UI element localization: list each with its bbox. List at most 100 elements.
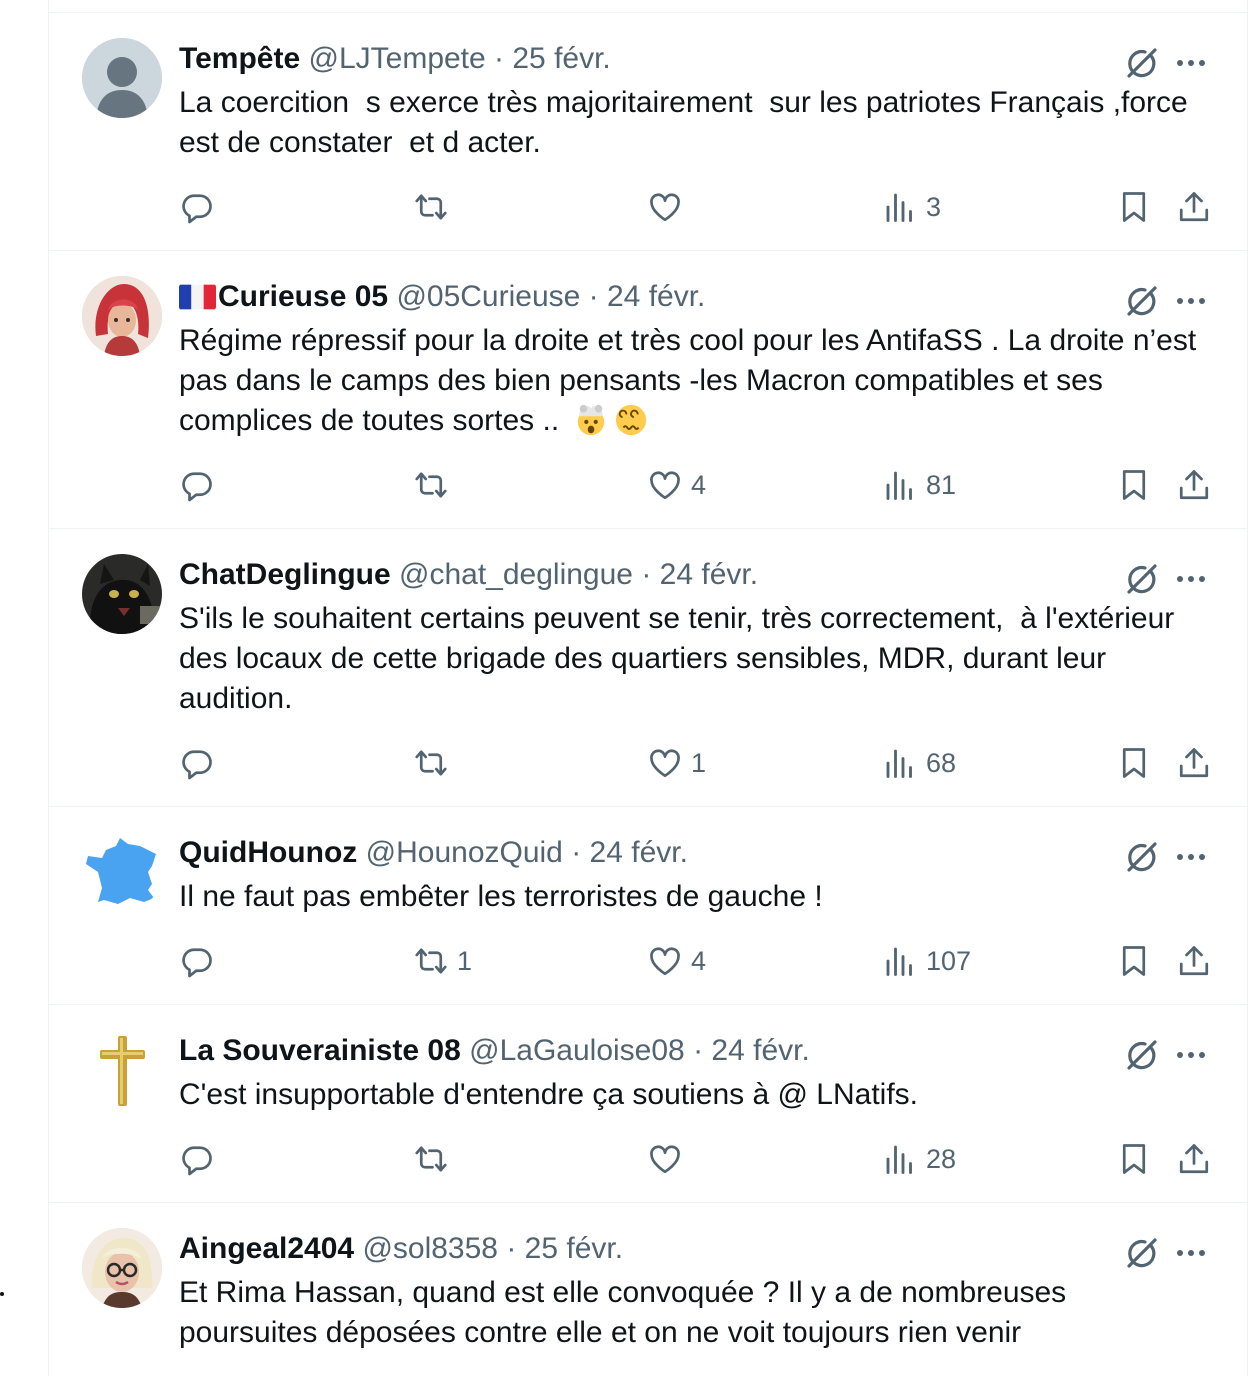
tweet-header: Curieuse 05 @05Curieuse · 24 févr. [179, 277, 1127, 317]
tweet-date[interactable]: · 24 févr. [693, 1034, 810, 1067]
like-button[interactable]: 4 [647, 465, 706, 505]
views-button[interactable]: 28 [882, 1139, 956, 1179]
bookmark-icon [1122, 470, 1146, 500]
share-icon [1179, 192, 1209, 222]
views-button[interactable]: 107 [882, 941, 971, 981]
retweet-icon [415, 750, 447, 776]
views-icon [886, 947, 912, 976]
share-button[interactable] [1176, 465, 1212, 505]
retweet-button[interactable] [413, 465, 457, 505]
user-handle[interactable]: @HounozQuid [366, 836, 563, 869]
reply-button[interactable] [179, 465, 223, 505]
retweet-button[interactable] [413, 743, 457, 783]
red-haired-woman-avatar[interactable] [82, 276, 162, 356]
tweet-text: Il ne faut pas embêter les terroristes d… [179, 880, 823, 913]
reply-icon [182, 948, 212, 978]
user-handle[interactable]: @LaGauloise08 [469, 1034, 685, 1067]
grok-icon[interactable] [1121, 559, 1161, 599]
tweet-text: C'est insupportable d'entendre ça soutie… [179, 1078, 918, 1111]
like-button[interactable] [647, 1139, 691, 1179]
retweet-button[interactable] [413, 187, 457, 227]
tweet-date[interactable]: · 25 févr. [494, 42, 611, 75]
tweet[interactable]: QuidHounoz @HounozQuid · 24 févr. Il ne … [49, 807, 1247, 1005]
reply-icon [182, 750, 212, 780]
display-name[interactable]: QuidHounoz [179, 836, 357, 869]
retweet-icon [415, 948, 447, 974]
share-button[interactable] [1176, 743, 1212, 783]
tweet-text: S'ils le souhaitent certains peuvent se … [179, 602, 1183, 715]
share-button[interactable] [1176, 1139, 1212, 1179]
like-button[interactable] [647, 187, 691, 227]
share-icon [1179, 748, 1209, 778]
retweet-button[interactable] [413, 1139, 457, 1179]
reply-icon [182, 194, 212, 224]
more-options-icon[interactable] [1171, 837, 1211, 877]
views-button[interactable]: 81 [882, 465, 956, 505]
bookmark-button[interactable] [1116, 1139, 1152, 1179]
france-map-avatar[interactable] [82, 832, 162, 912]
views-icon [886, 1145, 912, 1174]
grok-icon[interactable] [1121, 1035, 1161, 1075]
like-button[interactable]: 1 [647, 743, 706, 783]
france-flag-icon [179, 284, 216, 310]
display-name[interactable]: ChatDeglingue [179, 558, 391, 591]
more-options-icon[interactable] [1171, 559, 1211, 599]
golden-cross-avatar[interactable] [82, 1030, 162, 1110]
default-avatar-icon[interactable] [82, 38, 162, 118]
display-name[interactable]: La Souverainiste 08 [179, 1034, 461, 1067]
reply-button[interactable] [179, 941, 223, 981]
tweet[interactable]: Tempête @LJTempete · 25 févr. La coercit… [49, 13, 1247, 251]
tweet-date[interactable]: · 24 févr. [641, 558, 758, 591]
tweet-header: La Souverainiste 08 @LaGauloise08 · 24 f… [179, 1031, 1127, 1071]
reply-button[interactable] [179, 187, 223, 227]
blonde-woman-glasses-avatar[interactable] [82, 1228, 162, 1308]
retweet-button[interactable]: 1 [413, 941, 472, 981]
reply-icon [182, 472, 212, 502]
view-count: 81 [926, 469, 957, 500]
user-handle[interactable]: @LJTempete [309, 42, 486, 75]
tweet-date[interactable]: · 24 févr. [589, 280, 706, 313]
views-button[interactable]: 3 [882, 187, 941, 227]
views-icon [886, 471, 912, 500]
grok-icon[interactable] [1121, 1233, 1161, 1273]
tweet[interactable]: ChatDeglingue @chat_deglingue · 24 févr.… [49, 529, 1247, 807]
bookmark-button[interactable] [1116, 187, 1152, 227]
grok-icon[interactable] [1121, 837, 1161, 877]
display-name[interactable]: Tempête [179, 42, 300, 75]
display-name[interactable]: Curieuse 05 [218, 280, 388, 313]
share-icon [1179, 946, 1209, 976]
display-name[interactable]: Aingeal2404 [179, 1232, 354, 1265]
reply-button[interactable] [179, 743, 223, 783]
more-options-icon[interactable] [1171, 281, 1211, 321]
share-button[interactable] [1176, 187, 1212, 227]
tweet-text: Et Rima Hassan, quand est elle convoquée… [179, 1276, 1075, 1349]
user-handle[interactable]: @05Curieuse [396, 280, 580, 313]
tweet-header: ChatDeglingue @chat_deglingue · 24 févr. [179, 555, 1127, 595]
retweet-count: 1 [457, 945, 473, 976]
reply-button[interactable] [179, 1139, 223, 1179]
black-cat-avatar[interactable] [82, 554, 162, 634]
tweet[interactable]: Aingeal2404 @sol8358 · 25 févr. Et Rima … [49, 1203, 1247, 1376]
bookmark-button[interactable] [1116, 465, 1152, 505]
bookmark-button[interactable] [1116, 941, 1152, 981]
tweet-date[interactable]: · 24 févr. [571, 836, 688, 869]
more-options-icon[interactable] [1171, 43, 1211, 83]
more-options-icon[interactable] [1171, 1035, 1211, 1075]
heart-icon [650, 471, 680, 500]
tweet[interactable]: Curieuse 05 @05Curieuse · 24 févr. Régim… [49, 251, 1247, 529]
share-button[interactable] [1176, 941, 1212, 981]
user-handle[interactable]: @sol8358 [362, 1232, 498, 1265]
bookmark-icon [1122, 1144, 1146, 1174]
grok-icon[interactable] [1121, 43, 1161, 83]
user-handle[interactable]: @chat_deglingue [399, 558, 633, 591]
tweet[interactable]: La Souverainiste 08 @LaGauloise08 · 24 f… [49, 1005, 1247, 1203]
more-options-icon[interactable] [1171, 1233, 1211, 1273]
grok-icon[interactable] [1121, 281, 1161, 321]
like-button[interactable]: 4 [647, 941, 706, 981]
bookmark-button[interactable] [1116, 743, 1152, 783]
views-button[interactable]: 68 [882, 743, 956, 783]
heart-icon [650, 749, 680, 778]
tweet-date[interactable]: · 25 févr. [506, 1232, 623, 1265]
heart-icon [650, 1145, 680, 1174]
like-count: 4 [691, 469, 707, 500]
